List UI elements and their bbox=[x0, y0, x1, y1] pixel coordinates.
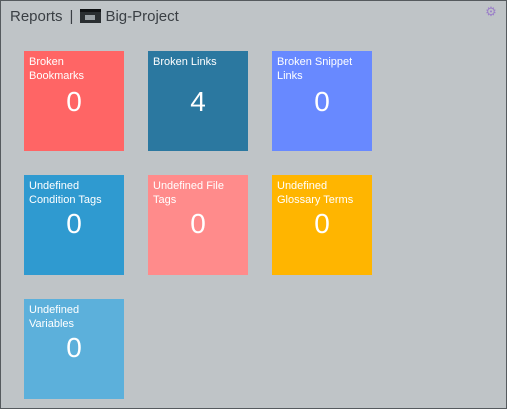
tile-label: Broken Snippet Links bbox=[277, 56, 353, 82]
gear-icon[interactable]: ⚙ bbox=[485, 6, 497, 19]
breadcrumb-separator: | bbox=[69, 7, 74, 25]
tile-undefined-variables[interactable]: Undefined Variables 0 bbox=[24, 299, 124, 399]
tile-label: Broken Links bbox=[153, 56, 217, 68]
tile-label: Undefined Variables bbox=[29, 304, 80, 330]
tile-count: 0 bbox=[314, 208, 330, 239]
tile-count: 0 bbox=[66, 208, 82, 239]
tile-count: 0 bbox=[66, 332, 82, 363]
tile-count: 0 bbox=[190, 208, 206, 239]
tile-count: 0 bbox=[314, 86, 330, 117]
tile-label: Undefined File Tags bbox=[153, 180, 224, 206]
tile-undefined-condition-tags[interactable]: Undefined Condition Tags 0 bbox=[24, 175, 124, 275]
header-breadcrumb: Reports | Big-Project bbox=[10, 6, 179, 26]
project-folder-icon bbox=[80, 9, 102, 23]
tile-broken-bookmarks[interactable]: Broken Bookmarks 0 bbox=[24, 51, 124, 151]
tile-count: 4 bbox=[190, 86, 206, 117]
tile-count: 0 bbox=[66, 86, 82, 117]
reports-window: Reports | Big-Project ⚙ Broken Bookmarks… bbox=[0, 0, 507, 409]
project-name: Big-Project bbox=[105, 7, 179, 25]
tile-undefined-file-tags[interactable]: Undefined File Tags 0 bbox=[148, 175, 248, 275]
tile-undefined-glossary-terms[interactable]: Undefined Glossary Terms 0 bbox=[272, 175, 372, 275]
tile-broken-snippet-links[interactable]: Broken Snippet Links 0 bbox=[272, 51, 372, 151]
tile-label: Undefined Condition Tags bbox=[29, 180, 102, 206]
tile-label: Undefined Glossary Terms bbox=[277, 180, 354, 206]
tile-label: Broken Bookmarks bbox=[29, 56, 85, 82]
tile-broken-links[interactable]: Broken Links 4 bbox=[148, 51, 248, 151]
reports-title[interactable]: Reports bbox=[10, 8, 63, 25]
